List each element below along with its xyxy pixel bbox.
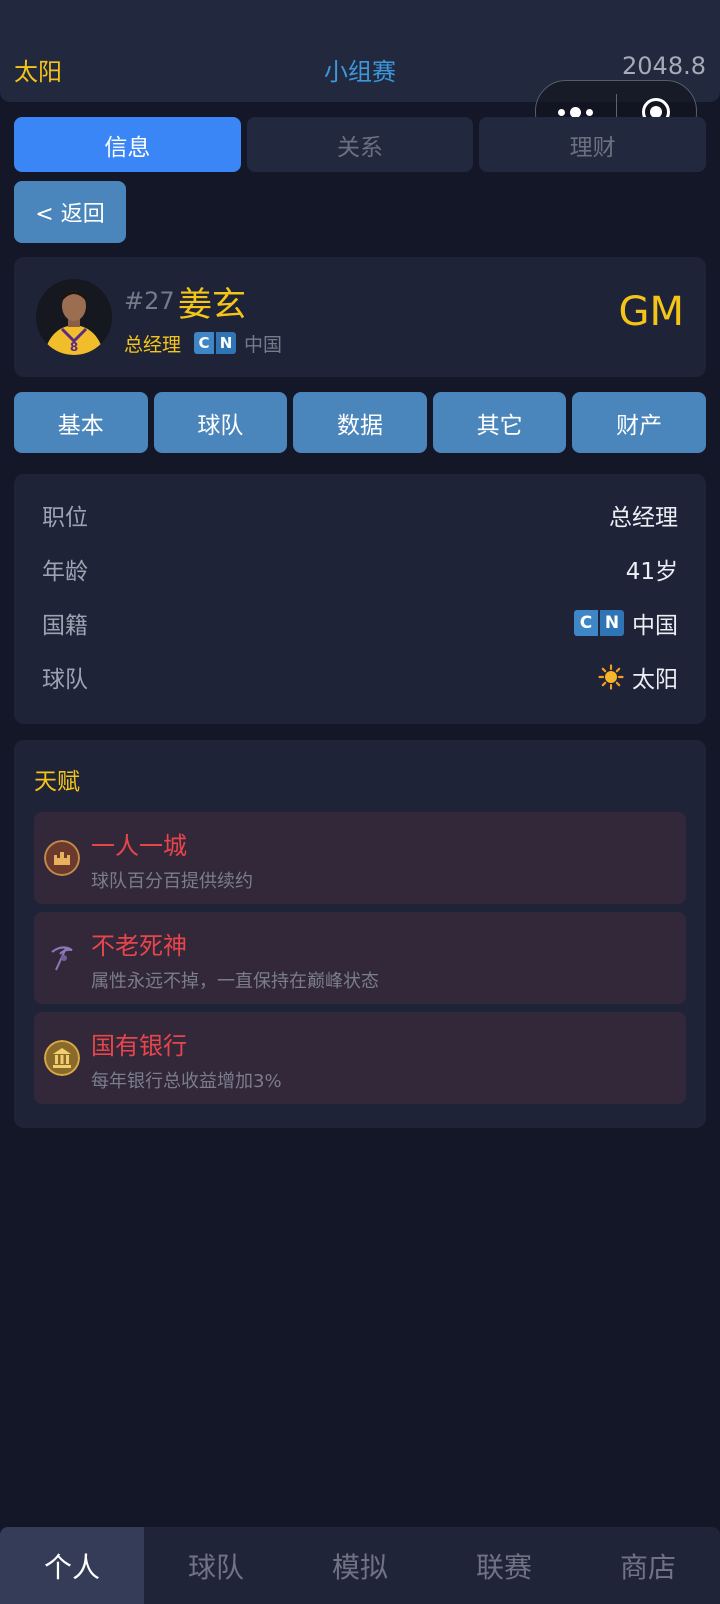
role-badge: GM	[618, 289, 684, 335]
info-value: 太阳	[632, 667, 678, 693]
talent-name: 国有银行	[91, 1032, 187, 1060]
player-number: #27	[124, 287, 175, 315]
info-row-position: 职位 总经理	[14, 494, 706, 534]
tab-finance[interactable]: 理财	[479, 117, 707, 172]
player-name: 姜玄	[178, 285, 246, 325]
talent-name: 不老死神	[91, 932, 187, 960]
flag-letter-n: N	[214, 332, 236, 354]
cn-flag-icon: CN	[574, 610, 624, 636]
nav-simulate[interactable]: 模拟	[288, 1527, 432, 1604]
nav-league[interactable]: 联赛	[432, 1527, 576, 1604]
info-key: 职位	[42, 505, 88, 531]
nav-shop[interactable]: 商店	[576, 1527, 720, 1604]
talent-name: 一人一城	[91, 832, 187, 860]
talent-desc: 每年银行总收益增加3%	[91, 1071, 282, 1092]
info-value: 41岁	[625, 559, 678, 585]
info-key: 球队	[42, 667, 88, 693]
bank-emblem-icon	[44, 1040, 80, 1076]
tab-relations[interactable]: 关系	[246, 117, 474, 172]
subtab-assets[interactable]: 财产	[572, 392, 706, 453]
talent-item[interactable]: 国有银行 每年银行总收益增加3%	[34, 1012, 686, 1104]
info-value: 总经理	[609, 505, 678, 531]
subtab-team[interactable]: 球队	[153, 392, 288, 453]
avatar: 8	[36, 279, 112, 355]
subtab-other[interactable]: 其它	[432, 392, 567, 453]
info-key: 国籍	[42, 613, 88, 639]
nav-personal[interactable]: 个人	[0, 1527, 144, 1604]
subtab-basic[interactable]: 基本	[14, 392, 148, 453]
svg-text:8: 8	[70, 340, 78, 354]
back-button[interactable]: < 返回	[14, 181, 126, 243]
info-key: 年龄	[42, 559, 88, 585]
player-role: 总经理	[124, 334, 182, 356]
bottom-nav: 个人 球队 模拟 联赛 商店	[0, 1527, 720, 1604]
basic-info-card: 职位 总经理 年龄 41岁 国籍 CN 中国 球队 太阳	[14, 474, 706, 724]
talents-card: 天赋 一人一城 球队百分百提供续约 不老死神 属性永远不掉，一直保持在巅峰状态 …	[14, 740, 706, 1128]
castle-emblem-icon	[44, 840, 80, 876]
talent-item[interactable]: 一人一城 球队百分百提供续约	[34, 812, 686, 904]
player-country: 中国	[244, 334, 283, 356]
talents-title: 天赋	[34, 769, 80, 795]
money-balance: 2048.8	[622, 52, 706, 80]
flag-letter-c: C	[194, 332, 214, 354]
tab-info[interactable]: 信息	[14, 117, 241, 172]
talent-desc: 属性永远不掉，一直保持在巅峰状态	[91, 971, 379, 992]
profile-card: 8 #27 姜玄 总经理 CN 中国 GM	[14, 257, 706, 377]
subtab-stats[interactable]: 数据	[293, 392, 427, 453]
main-tabs: 信息 关系 理财	[14, 117, 707, 172]
talent-desc: 球队百分百提供续约	[91, 871, 253, 892]
info-row-age: 年龄 41岁	[14, 548, 706, 588]
talent-item[interactable]: 不老死神 属性永远不掉，一直保持在巅峰状态	[34, 912, 686, 1004]
info-value: 中国	[632, 613, 678, 639]
info-row-team[interactable]: 球队 太阳	[14, 656, 706, 696]
nav-team[interactable]: 球队	[144, 1527, 288, 1604]
info-row-nationality: 国籍 CN 中国	[14, 602, 706, 642]
cn-flag-icon: CN	[194, 332, 236, 354]
sun-icon	[598, 664, 624, 690]
profile-subtabs: 基本 球队 数据 其它 财产	[14, 392, 706, 453]
more-dots-icon	[558, 106, 594, 118]
reaper-icon	[51, 946, 73, 971]
